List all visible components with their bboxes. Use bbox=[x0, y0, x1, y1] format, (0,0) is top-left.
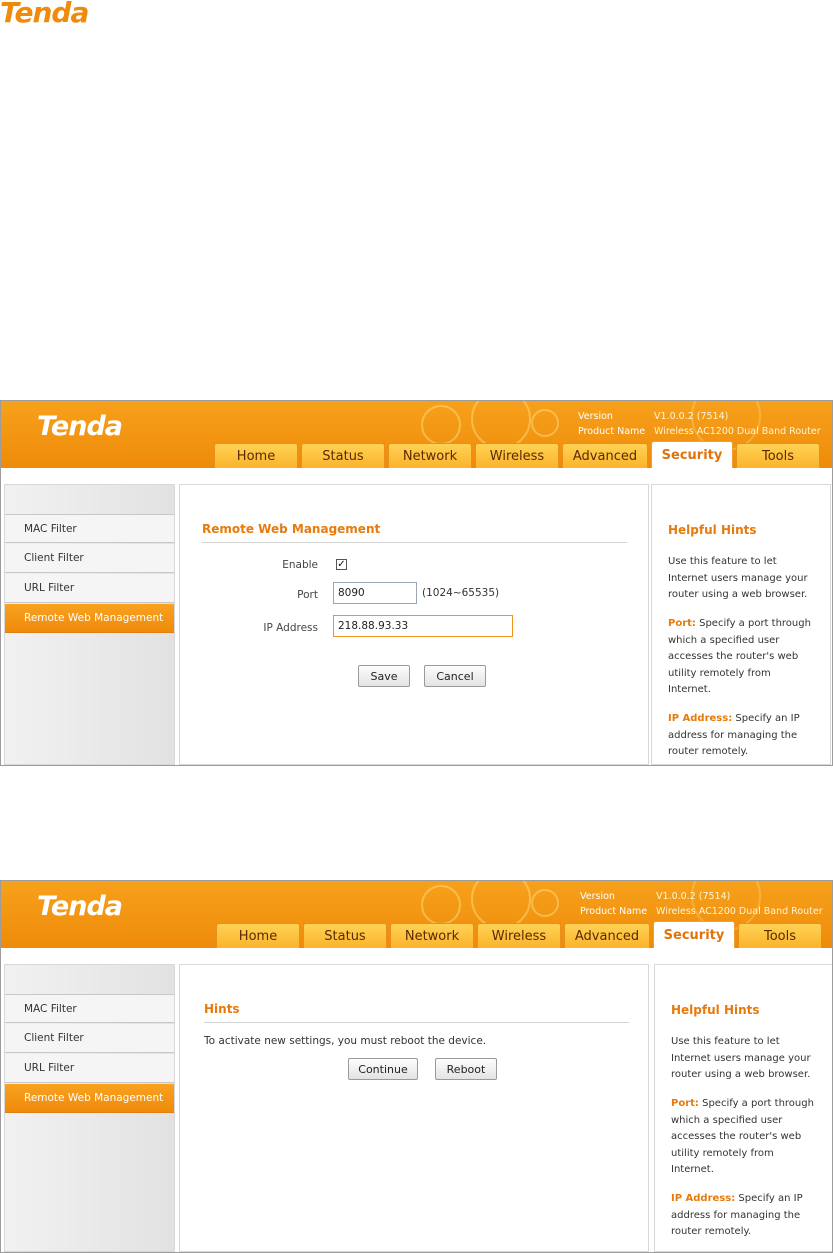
tab-home[interactable]: Home bbox=[214, 443, 298, 468]
router-header: Tenda Version V1.0.0.2 (7514) Product Nam… bbox=[1, 881, 832, 948]
sidebar: MAC Filter Client Filter URL Filter Remo… bbox=[4, 484, 175, 765]
decorative-bubble bbox=[471, 401, 531, 449]
enable-label: Enable bbox=[282, 559, 318, 571]
product-name-value: Wireless AC1200 Dual Band Router bbox=[654, 426, 821, 437]
tab-status[interactable]: Status bbox=[301, 443, 385, 468]
tab-security[interactable]: Security bbox=[651, 441, 733, 468]
version-value: V1.0.0.2 (7514) bbox=[654, 411, 729, 422]
reboot-message: To activate new settings, you must reboo… bbox=[204, 1035, 487, 1047]
port-range-hint: (1024~65535) bbox=[422, 587, 500, 599]
main-nav-tabs: Home Status Network Wireless Advanced Se… bbox=[216, 921, 825, 948]
hints-port-text: Specify a port through which a specified… bbox=[671, 1098, 814, 1175]
router-ui-remote-web-management: Tenda Version V1.0.0.2 (7514) Product Nam… bbox=[0, 400, 833, 766]
section-title: Remote Web Management bbox=[202, 522, 381, 536]
sidebar-item-client-filter[interactable]: Client Filter bbox=[5, 1024, 174, 1053]
reboot-button[interactable]: Reboot bbox=[435, 1058, 497, 1080]
version-value: V1.0.0.2 (7514) bbox=[656, 891, 731, 902]
hints-intro: Use this feature to let Internet users m… bbox=[668, 556, 808, 600]
router-logo: Tenda bbox=[37, 411, 123, 442]
product-name-label: Product Name bbox=[578, 426, 646, 437]
decorative-bubble bbox=[421, 885, 461, 925]
product-name-label: Product Name bbox=[580, 906, 648, 917]
sidebar-item-mac-filter[interactable]: MAC Filter bbox=[5, 514, 174, 543]
tab-tools[interactable]: Tools bbox=[736, 443, 820, 468]
tab-tools[interactable]: Tools bbox=[738, 923, 822, 948]
router-header: Tenda Version V1.0.0.2 (7514) Product Nam… bbox=[1, 401, 832, 468]
hints-title: Helpful Hints bbox=[671, 1003, 760, 1017]
content-panel: Remote Web Management Enable ✓ Port 8090… bbox=[179, 484, 649, 765]
tab-wireless[interactable]: Wireless bbox=[475, 443, 559, 468]
main-nav-tabs: Home Status Network Wireless Advanced Se… bbox=[214, 441, 823, 468]
content-panel: Hints To activate new settings, you must… bbox=[179, 964, 649, 1252]
sidebar-item-mac-filter[interactable]: MAC Filter bbox=[5, 994, 174, 1023]
version-label: Version bbox=[580, 891, 615, 902]
hints-ip-label: IP Address: bbox=[668, 713, 733, 724]
sidebar-item-client-filter[interactable]: Client Filter bbox=[5, 544, 174, 573]
tab-advanced[interactable]: Advanced bbox=[562, 443, 648, 468]
tab-advanced[interactable]: Advanced bbox=[564, 923, 650, 948]
section-title: Hints bbox=[204, 1002, 240, 1016]
decorative-bubble bbox=[531, 889, 559, 917]
page-logo-text: Tenda bbox=[0, 0, 89, 29]
cancel-button[interactable]: Cancel bbox=[424, 665, 486, 687]
hints-port-label: Port: bbox=[671, 1098, 699, 1109]
hints-port: Port: Specify a port through which a spe… bbox=[668, 616, 813, 699]
router-logo: Tenda bbox=[37, 891, 123, 922]
hints-port: Port: Specify a port through which a spe… bbox=[671, 1096, 816, 1179]
hints-title: Helpful Hints bbox=[668, 523, 757, 537]
hints-port-label: Port: bbox=[668, 618, 696, 629]
sidebar: MAC Filter Client Filter URL Filter Remo… bbox=[4, 964, 175, 1252]
decorative-bubble bbox=[421, 405, 461, 445]
hints-ip-label: IP Address: bbox=[671, 1193, 736, 1204]
sidebar-item-url-filter[interactable]: URL Filter bbox=[5, 1054, 174, 1083]
hints-ip: IP Address: Specify an IP address for ma… bbox=[671, 1191, 816, 1241]
helpful-hints-panel: Helpful Hints Use this feature to let In… bbox=[654, 964, 832, 1252]
product-name-value: Wireless AC1200 Dual Band Router bbox=[656, 906, 823, 917]
hints-ip: IP Address: Specify an IP address for ma… bbox=[668, 711, 813, 761]
ip-address-input[interactable]: 218.88.93.33 bbox=[333, 615, 513, 637]
sidebar-item-remote-web-management[interactable]: Remote Web Management bbox=[5, 604, 174, 633]
ip-address-label: IP Address bbox=[263, 622, 318, 634]
decorative-bubble bbox=[471, 881, 531, 929]
helpful-hints-panel: Helpful Hints Use this feature to let In… bbox=[651, 484, 831, 765]
hints-port-text: Specify a port through which a specified… bbox=[668, 618, 811, 695]
enable-checkbox[interactable]: ✓ bbox=[336, 559, 347, 570]
tab-home[interactable]: Home bbox=[216, 923, 300, 948]
save-button[interactable]: Save bbox=[358, 665, 410, 687]
page-logo: Tenda bbox=[0, 0, 115, 29]
tab-security[interactable]: Security bbox=[653, 921, 735, 948]
port-input[interactable]: 8090 bbox=[333, 582, 417, 604]
tab-network[interactable]: Network bbox=[390, 923, 474, 948]
hints-intro: Use this feature to let Internet users m… bbox=[671, 1036, 811, 1080]
sidebar-item-url-filter[interactable]: URL Filter bbox=[5, 574, 174, 603]
section-divider bbox=[202, 542, 627, 543]
device-info: Version V1.0.0.2 (7514) Product Name Wirel… bbox=[580, 889, 823, 919]
router-ui-reboot-hint: Tenda Version V1.0.0.2 (7514) Product Nam… bbox=[0, 880, 833, 1253]
tab-status[interactable]: Status bbox=[303, 923, 387, 948]
continue-button[interactable]: Continue bbox=[348, 1058, 418, 1080]
version-label: Version bbox=[578, 411, 613, 422]
decorative-bubble bbox=[531, 409, 559, 437]
device-info: Version V1.0.0.2 (7514) Product Name Wirel… bbox=[578, 409, 821, 439]
port-label: Port bbox=[297, 589, 318, 601]
sidebar-item-remote-web-management[interactable]: Remote Web Management bbox=[5, 1084, 174, 1113]
tab-wireless[interactable]: Wireless bbox=[477, 923, 561, 948]
tab-network[interactable]: Network bbox=[388, 443, 472, 468]
section-divider bbox=[204, 1022, 629, 1023]
